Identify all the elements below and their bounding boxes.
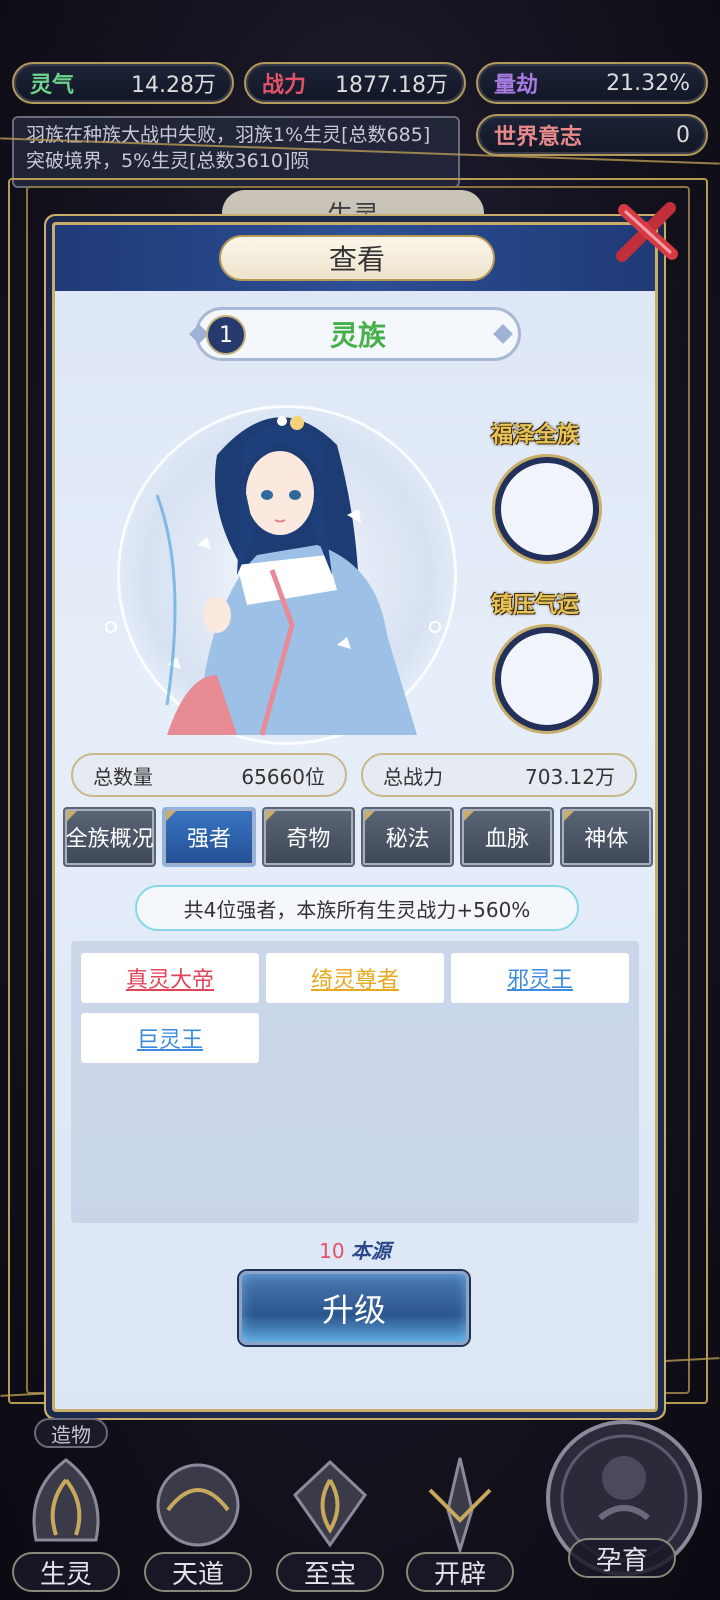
total-power-value: 703.12万 — [525, 764, 615, 789]
strongman-card[interactable]: 邪灵王 — [451, 953, 629, 1003]
total-count-value: 65660位 — [241, 764, 325, 789]
category-tabs: 全族概况 强者 奇物 秘法 血脉 神体 — [63, 807, 653, 867]
kaipi-emblem-icon — [428, 1457, 492, 1556]
liangjie-value: 21.32% — [606, 70, 690, 96]
tab-overview[interactable]: 全族概况 — [63, 807, 157, 867]
slot-label-zhenya: 镇压气运 — [491, 593, 580, 618]
zhibao-emblem-icon — [293, 1459, 367, 1548]
liangjie-label: 量劫 — [494, 73, 539, 98]
total-power-stat: 总战力 703.12万 — [361, 753, 637, 797]
race-selector[interactable]: 1 灵族 — [189, 307, 521, 361]
character-illustration — [105, 406, 456, 744]
next-arrow-icon[interactable] — [493, 324, 513, 344]
fuze-slot[interactable] — [495, 457, 599, 561]
lingqi-value: 14.28万 — [131, 73, 216, 98]
race-portrait — [97, 375, 477, 745]
strongman-card[interactable]: 绮灵尊者 — [266, 953, 444, 1003]
strongmen-list: 真灵大帝 绮灵尊者 邪灵王 巨灵王 — [71, 941, 639, 1223]
nav-zhibao[interactable]: 至宝 — [270, 1450, 390, 1600]
upgrade-button[interactable]: 升级 — [239, 1271, 469, 1345]
tab-secret-arts[interactable]: 秘法 — [360, 807, 455, 867]
zaowu-button[interactable]: 造物 — [34, 1418, 108, 1448]
yunyu-label: 孕育 — [568, 1538, 676, 1578]
total-count-label: 总数量 — [93, 764, 153, 789]
upgrade-cost: 10 本源 — [55, 1235, 655, 1264]
liangjie-resource: 量劫 21.32% — [476, 62, 708, 104]
tiandao-emblem-icon — [156, 1463, 240, 1547]
tab-artifacts[interactable]: 奇物 — [261, 807, 355, 867]
race-name: 灵族 — [329, 319, 386, 352]
zhanli-value: 1877.18万 — [335, 73, 448, 98]
zhanli-label: 战力 — [262, 73, 307, 98]
strongmen-summary: 共4位强者，本族所有生灵战力+560% — [135, 885, 579, 931]
lingqi-resource: 灵气 14.28万 — [12, 62, 234, 104]
race-view-dialog: 查看 1 灵族 福泽全族 镇压气运 总数量 65660位 总战力 703.12万… — [52, 222, 658, 1412]
lingqi-label: 灵气 — [30, 73, 75, 98]
total-power-label: 总战力 — [383, 764, 443, 789]
yunyu-button[interactable]: 孕育 — [540, 1408, 708, 1594]
zhanli-resource: 战力 1877.18万 — [244, 62, 466, 104]
close-icon[interactable] — [612, 196, 684, 268]
dialog-title: 查看 — [219, 235, 495, 281]
tab-bloodline[interactable]: 血脉 — [460, 807, 554, 867]
total-count-stat: 总数量 65660位 — [71, 753, 347, 797]
zhenya-slot[interactable] — [495, 627, 599, 731]
tab-strongmen[interactable]: 强者 — [162, 807, 256, 867]
world-will-value: 0 — [676, 122, 690, 148]
cost-unit: 本源 — [350, 1239, 391, 1263]
world-will-label: 世界意志 — [494, 125, 583, 150]
nav-shengling[interactable]: 生灵 — [6, 1450, 126, 1600]
slot-label-fuze: 福泽全族 — [491, 423, 580, 448]
shengling-emblem-icon — [32, 1458, 100, 1542]
strongman-card[interactable]: 巨灵王 — [81, 1013, 259, 1063]
cost-amount: 10 — [319, 1239, 345, 1263]
strongman-card[interactable]: 真灵大帝 — [81, 953, 259, 1003]
race-index: 1 — [206, 315, 246, 355]
nav-zhibao-label: 至宝 — [276, 1552, 384, 1592]
nav-shengling-label: 生灵 — [12, 1552, 120, 1592]
nav-tiandao-label: 天道 — [144, 1552, 252, 1592]
nav-kaipi[interactable]: 开辟 — [400, 1450, 520, 1600]
nav-kaipi-label: 开辟 — [406, 1552, 514, 1592]
world-will-resource: 世界意志 0 — [476, 114, 708, 156]
nav-tiandao[interactable]: 天道 — [138, 1450, 258, 1600]
tab-divine-body[interactable]: 神体 — [559, 807, 653, 867]
